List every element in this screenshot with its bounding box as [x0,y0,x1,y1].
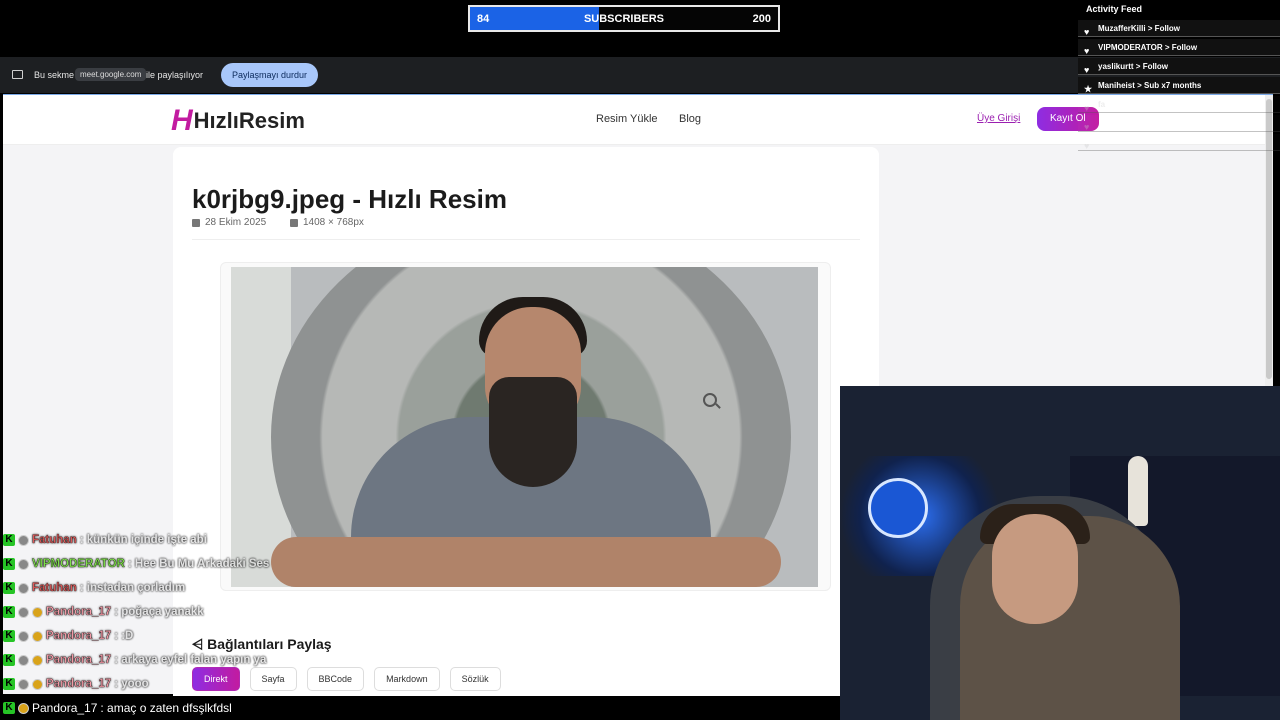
feed-item: ♥ fa [1078,96,1280,113]
sub-badge-icon [32,678,43,690]
chat-message-latest: K Pandora_17 : amaç o zaten dfsşlkfdsl [0,696,840,720]
kick-badge-icon: K [3,630,15,642]
subscriber-current: 84 [477,13,490,25]
nav-upload-link[interactable]: Resim Yükle [596,113,658,125]
kick-badge-icon: K [3,582,15,594]
activity-feed: Activity Feed ♥ MuzafferKilli > Follow ♥ V… [1078,0,1280,160]
subscriber-target: 200 [752,13,771,25]
site-logo[interactable]: H HızlıResim [171,104,305,138]
chat-username: VIPMODERATOR [32,558,125,570]
sub-badge-icon [32,654,43,666]
chat-text: : poğaça yanakk [114,606,204,618]
chat-username: Pandora_17 [46,630,112,642]
webcam-feed [840,386,1280,720]
chat-username: Pandora_17 [46,678,112,690]
share-prefix: Bu sekme [34,70,75,80]
sub-badge-icon [32,630,43,642]
kick-badge-icon: K [3,678,15,690]
divider [192,239,860,240]
page-title: k0rjbg9.jpeg - Hızlı Resim [192,184,507,214]
chat-text: : künkün içinde işte abi [79,534,207,546]
image-dimensions: 1408 × 768px [290,217,364,228]
kick-badge-icon: K [3,534,15,546]
image-date: 28 Ekim 2025 [192,217,266,228]
chat-username: Pandora_17 [46,606,112,618]
chat-text: : :D [114,630,134,642]
kick-badge-icon: K [3,702,15,714]
badge-icon [18,654,29,666]
kick-badge-icon: K [3,654,15,666]
stream-frame: SUBSCRIBERS 84 200 Bu sekme meet.google.… [0,0,1280,720]
subscriber-label: SUBSCRIBERS [583,13,665,25]
chat-message: K Pandora_17: :D [0,624,400,648]
login-link[interactable]: Üye Girişi [977,113,1020,124]
activity-feed-title: Activity Feed [1086,4,1143,14]
chat-username: Pandora_17 [46,654,112,666]
heart-icon: ♥ [1084,141,1090,151]
zoom-in-icon[interactable] [703,393,717,407]
chat-text: : amaç o zaten dfsşlkfdsl [100,701,232,715]
screen-share-icon [12,70,23,79]
feed-item: ★ Maniheist > Sub x7 months [1078,77,1280,94]
chat-username: Fatuhan [32,582,77,594]
feed-item: ♥ [1078,115,1280,132]
stop-sharing-button[interactable]: Paylaşmayı durdur [221,63,319,87]
feed-item: ♥ yaslikurtt > Follow [1078,58,1280,75]
badge-icon [18,630,29,642]
share-suffix: ile paylaşılıyor [146,70,204,80]
chat-message: K Pandora_17: arkaya eyfel falan yapın ya [0,648,400,672]
chat-username: Fatuhan [32,534,77,546]
chat-username: Pandora_17 [32,701,98,715]
logo-text: HızlıResim [193,108,305,133]
feed-item: ♥ VIPMODERATOR > Follow [1078,39,1280,56]
badge-icon [18,558,29,570]
lava-lamp [1128,456,1148,526]
sub-badge-icon [32,606,43,618]
sub-badge-icon [18,702,29,714]
feed-item: ♥ MuzafferKilli > Follow [1078,20,1280,37]
chat-message: K Fatuhan: künkün içinde işte abi [0,528,400,552]
chat-message: K Pandora_17: yooo [0,672,400,696]
chat-overlay: K Fatuhan: künkün içinde işte abi K VIPMODE… [0,528,400,696]
badge-icon [18,534,29,546]
share-domain-chip: meet.google.com [75,68,147,81]
kick-badge-icon: K [3,558,15,570]
chat-text: : instadan çorladım [79,582,186,594]
kick-badge-icon: K [3,606,15,618]
nav-blog-link[interactable]: Blog [679,113,701,125]
wall-clock [868,478,928,538]
logo-mark-icon: H [171,104,193,137]
subscriber-goal-bar: SUBSCRIBERS 84 200 [468,5,780,32]
chat-message: K Fatuhan: instadan çorladım [0,576,400,600]
chat-text: : arkaya eyfel falan yapın ya [114,654,267,666]
chat-text: : yooo [114,678,149,690]
tab-sozluk[interactable]: Sözlük [449,667,501,691]
ruler-icon [290,218,298,227]
badge-icon [18,678,29,690]
badge-icon [18,582,29,594]
chat-text: : Hee Bu Mu Arkadaki Ses [127,558,270,570]
chat-message: K VIPMODERATOR: Hee Bu Mu Arkadaki Ses [0,552,400,576]
calendar-icon [192,218,200,227]
image-dimensions-text: 1408 × 768px [303,217,364,228]
chat-message: K Pandora_17: poğaça yanakk [0,600,400,624]
image-date-text: 28 Ekim 2025 [205,217,267,228]
badge-icon [18,606,29,618]
feed-item: ♥ [1078,134,1280,151]
